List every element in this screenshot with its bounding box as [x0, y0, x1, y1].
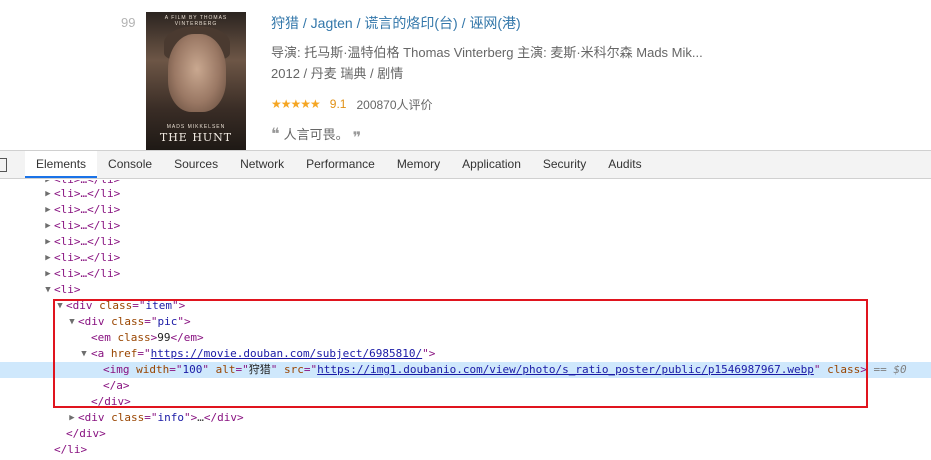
tab-performance[interactable]: Performance	[295, 151, 386, 178]
tab-memory[interactable]: Memory	[386, 151, 451, 178]
dom-node-div-close[interactable]: </div>	[0, 394, 931, 410]
rating-score: 9.1	[329, 97, 347, 111]
collapse-arrow-icon[interactable]: ▼	[67, 314, 77, 330]
tab-network[interactable]: Network	[229, 151, 295, 178]
movie-title-alt[interactable]: / Jagten	[303, 15, 353, 31]
dom-node-text: <li>…</li>	[54, 267, 121, 280]
dom-node-text: <img width="100" alt="狩猎" src="https://i…	[103, 363, 907, 376]
expand-arrow-icon[interactable]: ▶	[67, 410, 77, 426]
dom-node-text: <li>…</li>	[54, 251, 121, 264]
quote-text: 人言可畏。	[283, 127, 349, 142]
rating-votes: 200870人评价	[356, 97, 433, 112]
dom-node-a[interactable]: ▼ <a href="https://movie.douban.com/subj…	[0, 346, 931, 362]
dom-node-div-pic[interactable]: ▼ <div class="pic">	[0, 314, 931, 330]
expand-arrow-icon[interactable]: ▶	[43, 250, 53, 266]
dom-node-text: <li>	[54, 283, 81, 296]
dom-node-text: <li>…</li>	[54, 219, 121, 232]
rank-number: 99	[121, 15, 136, 30]
collapse-arrow-icon[interactable]: ▼	[79, 346, 89, 362]
devtools-tabbar: Elements Console Sources Network Perform…	[0, 151, 931, 179]
poster-face	[168, 34, 226, 112]
movie-quote: ❝ 人言可畏。 ❞	[271, 124, 921, 147]
dom-node-text: </li>	[54, 443, 88, 456]
dom-node-text: <div class="info">…</div>	[78, 411, 244, 424]
dom-node-text: <div class="pic">	[78, 315, 191, 328]
dom-node-text: </div>	[66, 427, 106, 440]
tab-elements[interactable]: Elements	[25, 151, 98, 178]
dom-node-div-item[interactable]: ▼ <div class="item">	[0, 298, 931, 314]
collapse-arrow-icon[interactable]: ▼	[55, 298, 65, 314]
poster-actor: MADS MIKKELSEN	[166, 124, 226, 130]
tab-audits[interactable]: Audits	[597, 151, 652, 178]
dom-node-text: <li>…</li>	[54, 187, 121, 200]
dom-node-text: <a href="https://movie.douban.com/subjec…	[91, 347, 436, 360]
dom-node-li[interactable]: ▶ <li>…</li>	[0, 250, 931, 266]
movie-credits: 导演: 托马斯·温特伯格 Thomas Vinterberg 主演: 麦斯·米科…	[271, 45, 703, 60]
movie-info: 狩猎 / Jagten / 谎言的烙印(台) / 诬网(港) 导演: 托马斯·温…	[271, 13, 921, 147]
dom-node-div-info[interactable]: ▶ <div class="info">…</div>	[0, 410, 931, 426]
dom-node-li[interactable]: ▶ <li>…</li>	[0, 218, 931, 234]
movie-title-other[interactable]: / 谎言的烙印(台) / 诬网(港)	[357, 15, 521, 31]
dom-node-text: <em class>99</em>	[91, 331, 204, 344]
movie-title[interactable]: 狩猎	[271, 15, 299, 31]
poster-top-credit: A FILM BY THOMAS VINTERBERG	[164, 15, 228, 27]
dom-node-a-close[interactable]: </a>	[0, 378, 931, 394]
expand-arrow-icon[interactable]: ▶	[43, 218, 53, 234]
movie-title-line[interactable]: 狩猎 / Jagten / 谎言的烙印(台) / 诬网(港)	[271, 13, 921, 33]
tab-console[interactable]: Console	[97, 151, 163, 178]
tab-application[interactable]: Application	[451, 151, 532, 178]
rating-stars-icon: ★★★★★	[271, 97, 321, 111]
collapse-arrow-icon[interactable]: ▼	[43, 282, 53, 298]
dom-node-text: <li>…</li>	[54, 235, 121, 248]
dom-node-text: <div class="item">	[66, 299, 186, 312]
movie-item: 99 A FILM BY THOMAS VINTERBERG MADS MIKK…	[0, 0, 931, 150]
quote-open-icon: ❝	[271, 124, 280, 143]
tab-security[interactable]: Security	[532, 151, 597, 178]
movie-poster[interactable]: A FILM BY THOMAS VINTERBERG MADS MIKKELS…	[146, 12, 246, 150]
dom-node-div-close[interactable]: </div>	[0, 426, 931, 442]
expand-arrow-icon[interactable]: ▶	[43, 234, 53, 250]
inspect-element-icon[interactable]	[0, 158, 7, 172]
movie-year-country-genre: 2012 / 丹麦 瑞典 / 剧情	[271, 66, 404, 81]
expand-arrow-icon[interactable]: ▶	[43, 266, 53, 282]
dom-node-text: <li>…</li>	[54, 203, 121, 216]
dom-node-li-open[interactable]: ▼ <li>	[0, 282, 931, 298]
tab-sources[interactable]: Sources	[163, 151, 229, 178]
dom-node-text: </div>	[91, 395, 131, 408]
rating-row: ★★★★★ 9.1 200870人评价	[271, 94, 921, 114]
dom-node-img-selected[interactable]: <img width="100" alt="狩猎" src="https://i…	[0, 362, 931, 378]
src-link[interactable]: https://img1.doubanio.com/view/photo/s_r…	[317, 363, 814, 376]
poster-title: THE HUNT	[159, 131, 233, 144]
dom-node-text: </a>	[103, 379, 130, 392]
devtools-panel: Elements Console Sources Network Perform…	[0, 150, 931, 460]
dom-node-em[interactable]: <em class>99</em>	[0, 330, 931, 346]
expand-arrow-icon[interactable]: ▶	[43, 186, 53, 202]
dom-node-li[interactable]: ▶ <li>…</li>	[0, 266, 931, 282]
expand-arrow-icon[interactable]: ▶	[43, 202, 53, 218]
dom-node-li-close[interactable]: </li>	[0, 442, 931, 458]
dom-tree: ▶ <li>…</li> ▶ <li>…</li> ▶ <li>…</li> ▶…	[0, 180, 931, 460]
dom-node-li[interactable]: ▶ <li>…</li>	[0, 186, 931, 202]
quote-close-icon: ❞	[352, 128, 362, 147]
href-link[interactable]: https://movie.douban.com/subject/6985810…	[151, 347, 423, 360]
dom-node-li[interactable]: ▶ <li>…</li>	[0, 202, 931, 218]
dom-node-li[interactable]: ▶ <li>…</li>	[0, 234, 931, 250]
